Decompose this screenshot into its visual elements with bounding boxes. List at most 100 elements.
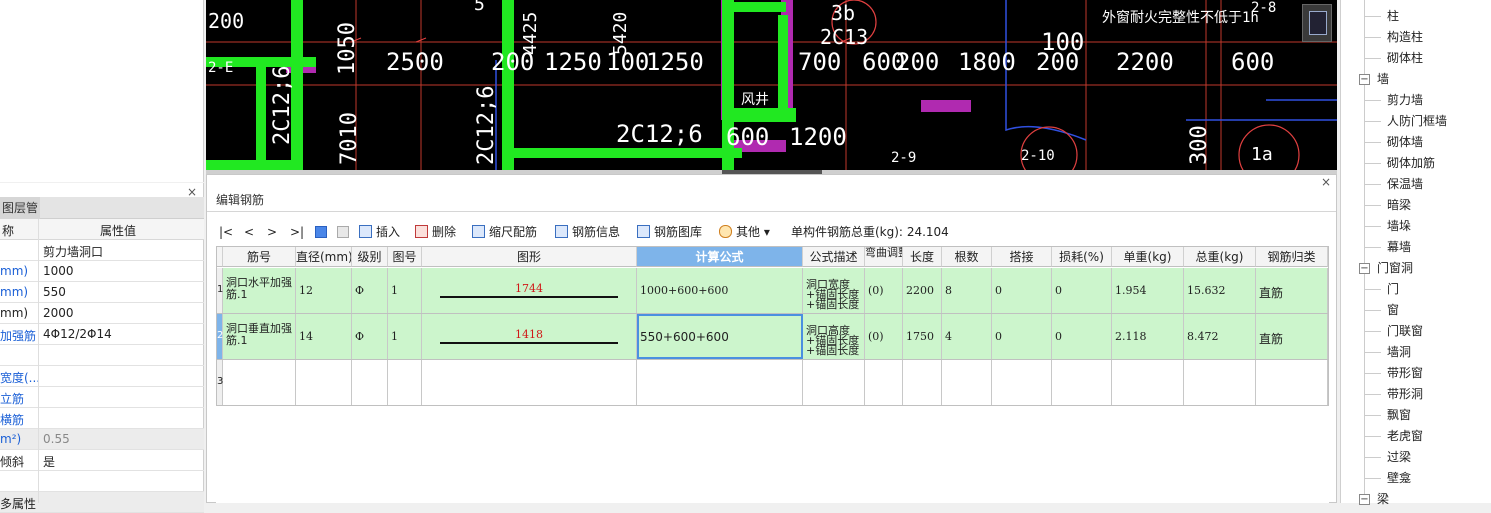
property-row[interactable]: mm) 1000	[0, 261, 204, 282]
tree-item[interactable]: 人防门框墙	[1387, 111, 1447, 132]
view-cube-button[interactable]	[1302, 4, 1332, 42]
cad-drawing-view[interactable]: 200 2500 200 1250 100 1250 风井 700 600 20…	[206, 0, 1337, 170]
cell-cat[interactable]	[1256, 360, 1328, 405]
property-value[interactable]: 2000	[43, 306, 74, 320]
tree-item[interactable]: 老虎窗	[1387, 426, 1423, 447]
column-header-cat[interactable]: 钢筋归类	[1256, 247, 1328, 267]
cell-grade[interactable]: Φ	[352, 268, 388, 313]
table-row[interactable]: 2 洞口垂直加强筋.1 14 Φ 1 1418 550+600+600 洞口高度+锚固长度+锚…	[217, 314, 1328, 360]
cell-name[interactable]: 洞口垂直加强筋.1	[223, 314, 296, 359]
tree-group[interactable]: 墙	[1377, 69, 1389, 90]
insert-button[interactable]: 插入	[359, 222, 400, 242]
cell-count[interactable]	[942, 360, 992, 405]
property-row[interactable]: 立筋	[0, 387, 204, 408]
first-record-button[interactable]: |<	[219, 222, 233, 242]
cell-unit[interactable]: 1.954	[1112, 268, 1184, 313]
other-menu-button[interactable]: 其他 ▾	[719, 222, 770, 242]
cell-name[interactable]: 洞口水平加强筋.1	[223, 268, 296, 313]
cell-grade[interactable]: Φ	[352, 314, 388, 359]
last-record-button[interactable]: >|	[290, 222, 304, 242]
property-value[interactable]: 0.55	[43, 432, 70, 446]
tree-item[interactable]: 墙垛	[1387, 216, 1411, 237]
cell-total[interactable]	[1184, 360, 1256, 405]
cell-lap[interactable]: 0	[992, 268, 1052, 313]
cell-dia[interactable]: 14	[296, 314, 352, 359]
scale-rebar-button[interactable]: 缩尺配筋	[472, 222, 537, 242]
tree-item[interactable]: 砌体柱	[1387, 48, 1423, 69]
property-row[interactable]: m²) 0.55	[0, 429, 204, 450]
cell-shape[interactable]: 1744	[422, 268, 637, 313]
cell-dia[interactable]	[296, 360, 352, 405]
tab-layer-management[interactable]: 图层管理	[0, 197, 40, 237]
tree-item[interactable]: 砌体墙	[1387, 132, 1423, 153]
column-header-desc[interactable]: 公式描述	[803, 247, 865, 267]
property-value[interactable]: 剪力墙洞口	[43, 243, 103, 260]
table-row[interactable]: 3	[217, 360, 1328, 406]
cell-fig[interactable]: 1	[388, 268, 422, 313]
property-row[interactable]: mm) 550	[0, 282, 204, 303]
next-record-button[interactable]: >	[267, 222, 277, 242]
cell-lap[interactable]: 0	[992, 314, 1052, 359]
cell-grade[interactable]	[352, 360, 388, 405]
column-header-unit[interactable]: 单重(kg)	[1112, 247, 1184, 267]
cell-length[interactable]	[903, 360, 942, 405]
cell-shape[interactable]: 1418	[422, 314, 637, 359]
column-header-total[interactable]: 总重(kg)	[1184, 247, 1256, 267]
column-header-grade[interactable]: 级别	[352, 247, 388, 267]
cell-name[interactable]	[223, 360, 296, 405]
tree-item[interactable]: 构造柱	[1387, 27, 1423, 48]
cell-length[interactable]: 2200	[903, 268, 942, 313]
tree-item[interactable]: 飘窗	[1387, 405, 1411, 426]
tree-group[interactable]: 门窗洞	[1377, 258, 1413, 279]
cell-unit[interactable]: 2.118	[1112, 314, 1184, 359]
cell-count[interactable]: 8	[942, 268, 992, 313]
column-header-lap[interactable]: 搭接	[992, 247, 1052, 267]
tree-collapse-icon[interactable]: −	[1359, 74, 1370, 85]
property-row[interactable]: 横筋	[0, 408, 204, 429]
table-row[interactable]: 1 洞口水平加强筋.1 12 Φ 1 1744 1000+600+600 洞口宽度+锚固长度+…	[217, 268, 1328, 314]
cell-formula[interactable]	[637, 360, 803, 405]
cell-loss[interactable]: 0	[1052, 314, 1112, 359]
property-row[interactable]: 加强筋 4Φ12/2Φ14	[0, 324, 204, 345]
cell-bend[interactable]: (0)	[865, 268, 903, 313]
tree-item[interactable]: 幕墙	[1387, 237, 1411, 258]
cell-dia[interactable]: 12	[296, 268, 352, 313]
tree-item[interactable]: 保温墙	[1387, 174, 1423, 195]
property-value[interactable]: 550	[43, 285, 66, 299]
property-row[interactable]: 宽度(...	[0, 366, 204, 387]
cell-shape[interactable]	[422, 360, 637, 405]
tree-item[interactable]: 壁龛	[1387, 468, 1411, 489]
tree-group[interactable]: 梁	[1377, 489, 1389, 510]
column-header-fig[interactable]: 图号	[388, 247, 422, 267]
cell-loss[interactable]: 0	[1052, 268, 1112, 313]
cell-total[interactable]: 8.472	[1184, 314, 1256, 359]
move-down-button[interactable]	[337, 222, 353, 242]
cell-length[interactable]: 1750	[903, 314, 942, 359]
cell-bend[interactable]	[865, 360, 903, 405]
cell-fig[interactable]	[388, 360, 422, 405]
tree-item[interactable]: 过梁	[1387, 447, 1411, 468]
cell-bend[interactable]: (0)	[865, 314, 903, 359]
tree-item[interactable]: 柱	[1387, 6, 1399, 27]
cell-fig[interactable]: 1	[388, 314, 422, 359]
cell-cat[interactable]: 直筋	[1256, 268, 1328, 313]
cell-lap[interactable]	[992, 360, 1052, 405]
column-header-formula[interactable]: 计算公式	[637, 247, 803, 267]
property-value[interactable]: 4Φ12/2Φ14	[43, 327, 112, 341]
rebar-library-button[interactable]: 钢筋图库	[637, 222, 702, 242]
property-row[interactable]	[0, 471, 204, 492]
tree-item[interactable]: 砌体加筋	[1387, 153, 1435, 174]
rebar-editor-close-button[interactable]: ×	[1321, 175, 1331, 189]
tree-item[interactable]: 带形窗	[1387, 363, 1423, 384]
tree-item[interactable]: 墙洞	[1387, 342, 1411, 363]
rebar-info-button[interactable]: 钢筋信息	[555, 222, 620, 242]
column-header-shape[interactable]: 图形	[422, 247, 637, 267]
tree-item[interactable]: 暗梁	[1387, 195, 1411, 216]
cell-formula[interactable]: 550+600+600	[637, 314, 803, 359]
property-row[interactable]: 剪力墙洞口	[0, 240, 204, 261]
tree-collapse-icon[interactable]: −	[1359, 263, 1370, 274]
tree-item[interactable]: 窗	[1387, 300, 1399, 321]
cell-desc[interactable]: 洞口宽度+锚固长度+锚固长度	[803, 268, 865, 313]
cell-count[interactable]: 4	[942, 314, 992, 359]
tree-item[interactable]: 门	[1387, 279, 1399, 300]
